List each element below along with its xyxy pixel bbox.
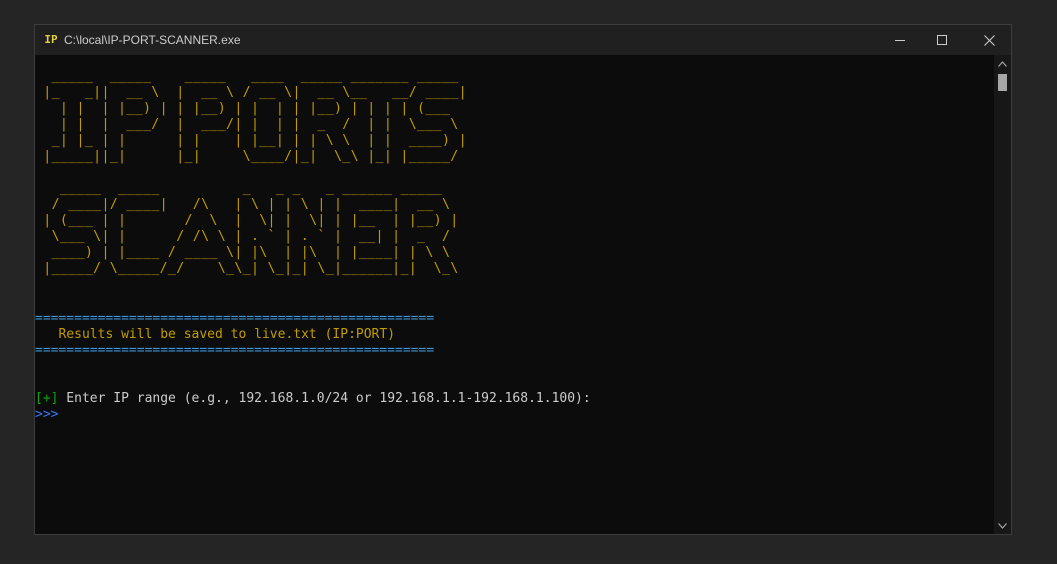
- ascii-art-line: _____ _____ _ _ _ _ ______ _____: [35, 181, 459, 196]
- app-icon: IP: [43, 32, 59, 48]
- console-output[interactable]: _____ _____ _____ ____ _____ _______ ___…: [35, 55, 995, 534]
- ascii-art-line: ____) | |____ / ____ \| |\ | |\ | |____|…: [35, 245, 459, 260]
- ascii-art-line: _____ _____ _____ ____ _____ _______ ___…: [35, 69, 467, 84]
- window-title: C:\local\IP-PORT-SCANNER.exe: [64, 33, 241, 47]
- ascii-art-line: | | | ___/ | ___/| | | | _ / | | \___ \: [35, 117, 467, 132]
- ascii-art-line: | | | |__) | | |__) | | | | |__) | | | |…: [35, 101, 467, 116]
- scroll-down-button[interactable]: [994, 517, 1011, 534]
- results-message: Results will be saved to live.txt (IP:PO…: [35, 327, 396, 342]
- minimize-icon: [895, 40, 905, 41]
- prompt-marker: [+]: [35, 391, 59, 406]
- maximize-button[interactable]: [919, 25, 965, 55]
- vertical-scrollbar[interactable]: [994, 55, 1011, 534]
- separator-line: ========================================…: [35, 343, 435, 358]
- close-icon: [983, 34, 995, 46]
- maximize-icon: [937, 35, 947, 45]
- prompt-text: Enter IP range (e.g., 192.168.1.0/24 or …: [58, 391, 591, 406]
- scroll-up-button[interactable]: [994, 55, 1011, 72]
- ip-range-prompt: [+] Enter IP range (e.g., 192.168.1.0/24…: [35, 391, 591, 407]
- ascii-art-line: |_ _|| __ \ | __ \ / __ \| __ \__ __/ __…: [35, 85, 467, 100]
- console-window: IP C:\local\IP-PORT-SCANNER.exe _____ __…: [34, 24, 1012, 535]
- scrollbar-thumb[interactable]: [998, 74, 1007, 91]
- chevron-up-icon: [998, 60, 1007, 67]
- close-button[interactable]: [966, 25, 1012, 55]
- ascii-art-line: / ____|/ ____| /\ | \ | | \ | | ____| __…: [35, 197, 459, 212]
- ascii-art-line: \___ \| | / /\ \ | . ` | . ` | __| | _ /: [35, 229, 459, 244]
- ascii-art-line: | (___ | | / \ | \| | \| | |__ | |__) |: [35, 213, 459, 228]
- separator-line: ========================================…: [35, 311, 435, 326]
- title-bar[interactable]: IP C:\local\IP-PORT-SCANNER.exe: [35, 25, 1011, 55]
- chevron-down-icon: [998, 522, 1007, 529]
- input-prompt[interactable]: >>>: [35, 407, 58, 423]
- ascii-art-line: _| |_ | | | | | |__| | | \ \ | | ____) |: [35, 133, 467, 148]
- minimize-button[interactable]: [877, 25, 923, 55]
- ascii-art-line: |_____/ \_____/_/ \_\_| \_|_| \_|______|…: [35, 261, 459, 276]
- ascii-art-line: |_____||_| |_| \____/|_| \_\ |_| |_____/: [35, 149, 467, 164]
